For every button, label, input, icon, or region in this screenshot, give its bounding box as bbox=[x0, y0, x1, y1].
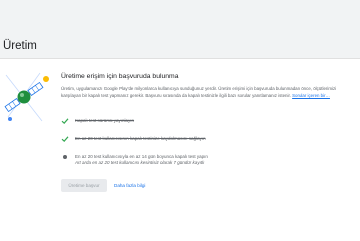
apply-production-button[interactable]: Üretime başvur bbox=[61, 179, 107, 192]
requirement-subtext: Art arda en az 20 test kullanıcısı kesin… bbox=[75, 160, 205, 165]
requirement-text: Kapalı test sürümü yayınlayın bbox=[75, 118, 135, 123]
requirement-text: En az 20 test kullanıcısının kapalı test… bbox=[75, 136, 206, 141]
check-icon bbox=[61, 118, 69, 125]
card-content: Üretime erişim için başvuruda bulunma Ür… bbox=[61, 73, 356, 192]
pending-dot-icon bbox=[61, 153, 69, 161]
card-title: Üretime erişim için başvuruda bulunma bbox=[61, 73, 179, 80]
check-icon bbox=[61, 136, 69, 143]
learn-more-link[interactable]: Daha fazla bilgi bbox=[114, 183, 145, 188]
requirement-text: En az 20 test kullanıcısıyla en az 14 gü… bbox=[75, 154, 208, 159]
requirement-item: En az 20 test kullanıcısıyla en az 14 gü… bbox=[61, 153, 356, 171]
description-link[interactable]: Sorular içeren bir… bbox=[292, 93, 330, 98]
requirements-list: Kapalı test sürümü yayınlayın En az 20 t… bbox=[61, 117, 356, 171]
page-title: Üretim bbox=[3, 40, 37, 52]
card-description: Üretim, uygulamanızı Google Play'de mily… bbox=[61, 86, 356, 99]
requirement-item: Kapalı test sürümü yayınlayın bbox=[61, 117, 356, 135]
satellite-illustration bbox=[4, 72, 49, 122]
requirement-item: En az 20 test kullanıcısının kapalı test… bbox=[61, 135, 356, 153]
production-card: Üretime erişim için başvuruda bulunma Ür… bbox=[0, 58, 360, 241]
